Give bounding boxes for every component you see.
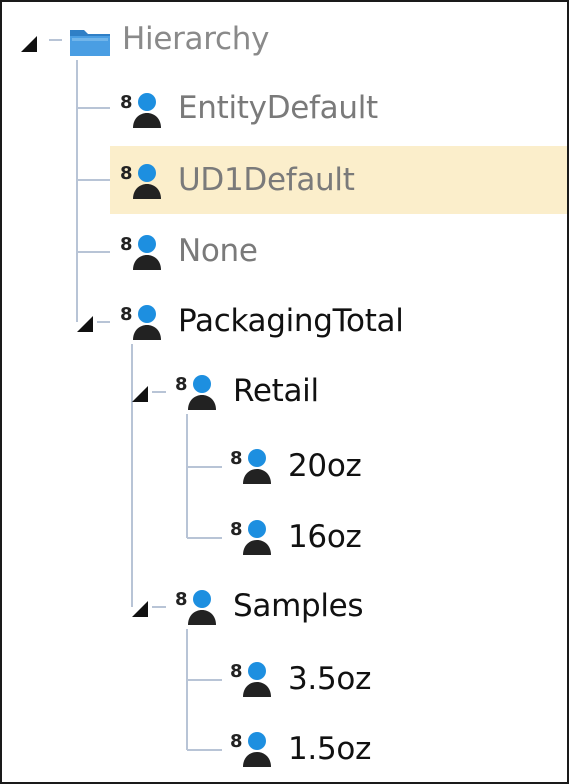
svg-text:8: 8 [120,304,133,325]
member-icon: 8 [230,446,274,486]
tree-node-label: 1.5oz [288,731,372,767]
tree-node-20oz[interactable]: 8 20oz [2,436,567,498]
collapse-triangle-icon[interactable] [75,314,95,334]
svg-text:8: 8 [120,163,133,184]
tree-node-ud1-default[interactable]: 8 UD1Default [110,146,567,214]
tree-node-label: Retail [233,373,319,409]
svg-text:8: 8 [175,374,188,395]
svg-text:8: 8 [230,448,243,469]
tree-node-samples[interactable]: 8 Samples [2,577,567,639]
member-icon: 8 [230,729,274,769]
svg-text:8: 8 [120,234,133,255]
tree-node-entity-default[interactable]: 8 EntityDefault [2,78,567,140]
svg-text:8: 8 [230,661,243,682]
member-icon: 8 [175,587,219,627]
tree-node-retail[interactable]: 8 Retail [2,362,567,424]
collapse-triangle-icon[interactable] [130,384,150,404]
tree-node-none[interactable]: 8 None [2,222,567,284]
member-icon: 8 [120,302,164,342]
member-icon: 8 [120,232,164,272]
svg-text:8: 8 [230,519,243,540]
tree-node-label: 16oz [288,519,362,555]
tree-node-1-5oz[interactable]: 8 1.5oz [2,719,567,781]
collapse-triangle-icon[interactable] [130,599,150,619]
tree-node-packaging-total[interactable]: 8 PackagingTotal [2,292,567,354]
svg-text:8: 8 [120,92,133,113]
tree-node-3-5oz[interactable]: 8 3.5oz [2,649,567,711]
member-icon: 8 [230,659,274,699]
tree-node-label: 3.5oz [288,661,372,697]
tree-node-16oz[interactable]: 8 16oz [2,507,567,569]
tree-node-label: EntityDefault [178,90,378,126]
tree-node-label: Hierarchy [122,21,270,57]
folder-icon [68,24,112,58]
hierarchy-tree-panel: Hierarchy 8 EntityDefault 8 UD1Default 8… [0,0,569,784]
tree-node-label: UD1Default [178,162,355,198]
tree-node-label: None [178,233,258,269]
tree-node-label: Samples [233,588,364,624]
member-icon: 8 [175,372,219,412]
svg-text:8: 8 [230,731,243,752]
tree-node-hierarchy[interactable]: Hierarchy [2,10,567,72]
member-icon: 8 [120,161,164,201]
member-icon: 8 [230,517,274,557]
collapse-triangle-icon[interactable] [19,34,39,54]
member-icon: 8 [120,90,164,130]
svg-text:8: 8 [175,589,188,610]
tree-node-label: PackagingTotal [178,303,404,339]
tree-node-label: 20oz [288,448,362,484]
